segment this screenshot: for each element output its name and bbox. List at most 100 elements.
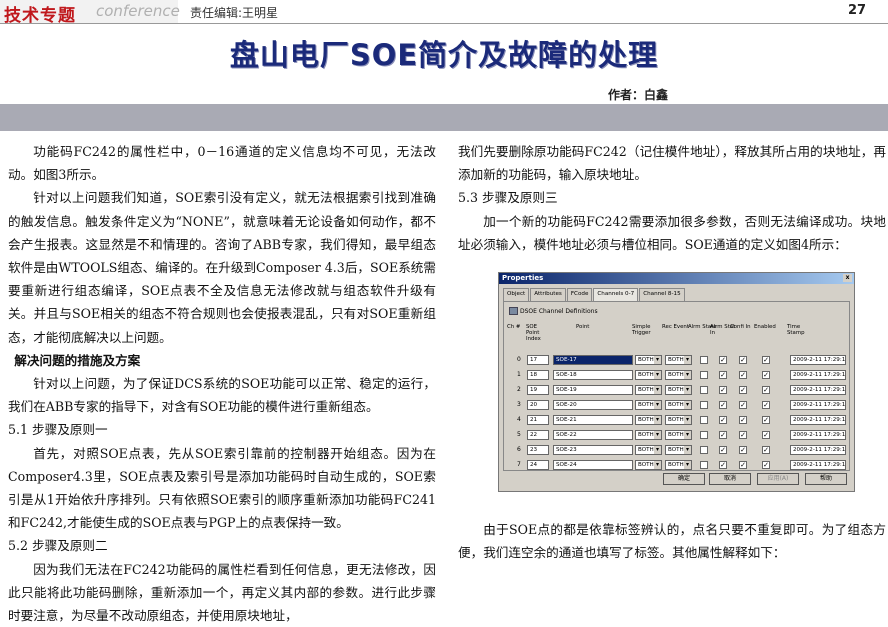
channel-row: 219SOE-19BOTHBOTH✓✓✓2009-2-11 17:29:14 [504,384,854,397]
time-stamp-field[interactable]: 2009-2-11 17:29:14 [790,355,846,365]
trigger-select[interactable]: BOTH [635,430,662,440]
dialog-tab[interactable]: FCode [566,288,593,301]
soe-index-field[interactable]: 17 [527,355,549,365]
time-stamp-field[interactable]: 2009-2-11 17:29:14 [790,400,846,410]
channel-checkbox[interactable]: ✓ [739,401,747,409]
channel-panel: DSOE Channel Definitions Ch # SOE Point I… [503,301,850,471]
dialog-tab[interactable]: Channel 8-15 [639,288,685,301]
dialog-tab[interactable]: Channels 0-7 [593,288,639,301]
dialog-button[interactable]: 帮助 [805,473,847,485]
channel-checkbox[interactable]: ✓ [762,446,770,454]
soe-index-field[interactable]: 24 [527,460,549,470]
soe-index-field[interactable]: 20 [527,400,549,410]
soe-index-field[interactable]: 18 [527,370,549,380]
time-stamp-field[interactable]: 2009-2-11 17:29:14 [790,370,846,380]
channel-checkbox[interactable]: ✓ [739,416,747,424]
event-select[interactable]: BOTH [665,370,692,380]
dialog-tab[interactable]: Object [503,288,530,301]
right-column-top: 我们先要删除原功能码FC242（记住模件地址），释放其所占用的块地址，再添加新的… [458,140,886,256]
event-select[interactable]: BOTH [665,385,692,395]
point-name-field[interactable]: SOE-22 [553,430,633,440]
trigger-select[interactable]: BOTH [635,400,662,410]
point-name-field[interactable]: SOE-17 [553,355,633,365]
trigger-select[interactable]: BOTH [635,370,662,380]
channel-checkbox[interactable]: ✓ [719,386,727,394]
channel-checkbox[interactable]: ✓ [762,401,770,409]
event-select[interactable]: BOTH [665,430,692,440]
point-name-field[interactable]: SOE-23 [553,445,633,455]
time-stamp-field[interactable]: 2009-2-11 17:29:14 [790,460,846,470]
channel-row: 724SOE-24BOTHBOTH✓✓✓2009-2-11 17:29:14 [504,459,854,472]
time-stamp-field[interactable]: 2009-2-11 17:29:14 [790,430,846,440]
soe-index-field[interactable]: 23 [527,445,549,455]
figure-properties-dialog: Properties x Object Attributes FCode Channe… [498,272,855,492]
channel-row: 118SOE-18BOTHBOTH✓✓✓2009-2-11 17:29:14 [504,369,854,382]
trigger-select[interactable]: BOTH [635,385,662,395]
time-stamp-field[interactable]: 2009-2-11 17:29:14 [790,445,846,455]
subsection-heading: 5.1 步骤及原则一 [8,422,108,438]
channel-checkbox[interactable]: ✓ [762,386,770,394]
soe-index-field[interactable]: 21 [527,415,549,425]
channel-checkbox[interactable]: ✓ [719,356,727,364]
point-name-field[interactable]: SOE-20 [553,400,633,410]
channel-checkbox[interactable] [700,416,708,424]
article-title: 盘山电厂SOE简介及故障的处理 [229,38,659,72]
channel-checkbox[interactable]: ✓ [739,431,747,439]
channel-checkbox[interactable] [700,461,708,469]
page-number: 27 [848,3,867,18]
close-icon[interactable]: x [843,274,852,282]
point-name-field[interactable]: SOE-18 [553,370,633,380]
channel-checkbox[interactable]: ✓ [719,431,727,439]
column-header: Enabled [754,324,776,330]
channel-row: 421SOE-21BOTHBOTH✓✓✓2009-2-11 17:29:14 [504,414,854,427]
channel-number: 5 [517,431,521,438]
channel-checkbox[interactable]: ✓ [739,386,747,394]
event-select[interactable]: BOTH [665,400,692,410]
trigger-select[interactable]: BOTH [635,415,662,425]
channel-checkbox[interactable]: ✓ [762,416,770,424]
dialog-button[interactable]: 取消 [709,473,751,485]
channel-checkbox[interactable] [700,431,708,439]
channel-checkbox[interactable] [700,401,708,409]
dialog-button[interactable]: 确定 [663,473,705,485]
time-stamp-field[interactable]: 2009-2-11 17:29:14 [790,415,846,425]
channel-checkbox[interactable]: ✓ [762,461,770,469]
trigger-select[interactable]: BOTH [635,460,662,470]
subsection-heading: 5.2 步骤及原则二 [8,538,108,554]
point-name-field[interactable]: SOE-24 [553,460,633,470]
channel-checkbox[interactable]: ✓ [762,371,770,379]
channel-checkbox[interactable]: ✓ [762,356,770,364]
channel-checkbox[interactable]: ✓ [739,356,747,364]
trigger-select[interactable]: BOTH [635,355,662,365]
channel-checkbox[interactable]: ✓ [719,401,727,409]
dialog-button[interactable]: 应用(A) [757,473,799,485]
section-heading: 解决问题的措施及方案 [14,352,141,368]
channel-checkbox[interactable] [700,371,708,379]
time-stamp-field[interactable]: 2009-2-11 17:29:14 [790,385,846,395]
event-select[interactable]: BOTH [665,415,692,425]
channel-checkbox[interactable]: ✓ [719,416,727,424]
event-select[interactable]: BOTH [665,355,692,365]
channel-checkbox[interactable] [700,356,708,364]
soe-index-field[interactable]: 22 [527,430,549,440]
title-band [0,104,888,131]
point-name-field[interactable]: SOE-21 [553,415,633,425]
channel-checkbox[interactable]: ✓ [739,446,747,454]
dialog-tab[interactable]: Attributes [530,288,566,301]
soe-index-field[interactable]: 19 [527,385,549,395]
channel-checkbox[interactable]: ✓ [762,431,770,439]
channel-checkbox[interactable]: ✓ [739,461,747,469]
channel-row: 623SOE-23BOTHBOTH✓✓✓2009-2-11 17:29:14 [504,444,854,457]
channel-checkbox[interactable]: ✓ [739,371,747,379]
event-select[interactable]: BOTH [665,460,692,470]
channel-checkbox[interactable]: ✓ [719,446,727,454]
trigger-select[interactable]: BOTH [635,445,662,455]
paragraph: 首先，对照SOE点表，先从SOE索引靠前的控制器开始组态。因为在Composer… [8,445,436,531]
channel-checkbox[interactable]: ✓ [719,371,727,379]
channel-checkbox[interactable] [700,386,708,394]
point-name-field[interactable]: SOE-19 [553,385,633,395]
channel-checkbox[interactable] [700,446,708,454]
column-header: Time Stamp [787,324,805,336]
event-select[interactable]: BOTH [665,445,692,455]
channel-checkbox[interactable]: ✓ [719,461,727,469]
